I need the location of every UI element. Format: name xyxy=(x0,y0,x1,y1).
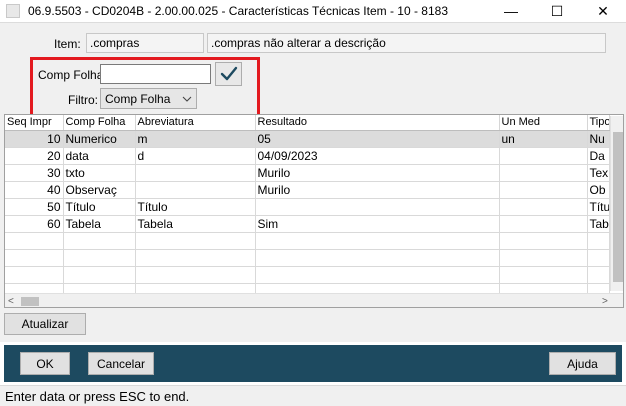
horizontal-scrollbar[interactable]: < > xyxy=(5,293,623,307)
cell-seq[interactable]: 30 xyxy=(5,164,64,182)
cell-abreviatura[interactable] xyxy=(135,181,256,199)
table-row[interactable]: 30 txto Murilo Tex xyxy=(5,164,610,182)
cell-resultado[interactable]: Sim xyxy=(255,215,500,233)
cell-resultado[interactable]: Murilo xyxy=(255,164,500,182)
refresh-button[interactable]: Atualizar xyxy=(4,313,86,335)
minimize-button[interactable]: — xyxy=(488,0,534,22)
cell-tipo[interactable]: Títu xyxy=(587,198,610,216)
item-description-field: .compras não alterar a descrição xyxy=(207,33,606,53)
ok-button[interactable]: OK xyxy=(20,352,70,375)
cell-comp-folha[interactable]: txto xyxy=(63,164,136,182)
cell-comp-folha[interactable]: data xyxy=(63,147,136,165)
filtro-selected-value: Comp Folha xyxy=(105,91,171,106)
cell-abreviatura[interactable]: m xyxy=(135,130,256,148)
cell-abreviatura[interactable]: Tabela xyxy=(135,215,256,233)
empty-row xyxy=(5,249,610,267)
col-header-comp-folha[interactable]: Comp Folha xyxy=(63,115,136,131)
cell-tipo[interactable]: Tex xyxy=(587,164,610,182)
col-header-seq[interactable]: Seq Impr xyxy=(5,115,64,131)
cell-tipo[interactable]: Nu xyxy=(587,130,610,148)
table-row[interactable]: 50 Título Título Títu xyxy=(5,198,610,216)
status-text: Enter data or press ESC to end. xyxy=(5,389,190,404)
app-icon xyxy=(6,4,20,18)
table-row[interactable]: 10 Numerico m 05 un Nu xyxy=(5,130,610,148)
window-title: 06.9.5503 - CD0204B - 2.00.00.025 - Cara… xyxy=(28,4,448,18)
cell-un-med[interactable] xyxy=(499,147,588,165)
grid-table: Seq Impr Comp Folha Abreviatura Resultad… xyxy=(5,115,610,301)
filtro-label: Filtro: xyxy=(68,93,98,107)
cancel-button[interactable]: Cancelar xyxy=(88,352,154,375)
comp-folha-input[interactable] xyxy=(100,64,211,84)
col-header-resultado[interactable]: Resultado xyxy=(255,115,500,131)
scroll-left-icon[interactable]: < xyxy=(8,294,14,307)
cell-seq[interactable]: 10 xyxy=(5,130,64,148)
col-header-abreviatura[interactable]: Abreviatura xyxy=(135,115,256,131)
table-row[interactable]: 60 Tabela Tabela Sim Tab xyxy=(5,215,610,233)
table-row[interactable]: 20 data d 04/09/2023 Da xyxy=(5,147,610,165)
cell-resultado[interactable]: 05 xyxy=(255,130,500,148)
cell-tipo[interactable]: Tab xyxy=(587,215,610,233)
help-button[interactable]: Ajuda xyxy=(549,352,616,375)
filtro-select[interactable]: Comp Folha xyxy=(100,88,197,109)
maximize-button[interactable]: ☐ xyxy=(534,0,580,22)
item-code-field: .compras xyxy=(86,33,204,53)
cell-un-med[interactable] xyxy=(499,198,588,216)
cell-un-med[interactable] xyxy=(499,181,588,199)
cell-seq[interactable]: 40 xyxy=(5,181,64,199)
grid-header: Seq Impr Comp Folha Abreviatura Resultad… xyxy=(5,115,610,131)
cell-comp-folha[interactable]: Numerico xyxy=(63,130,136,148)
cell-un-med[interactable] xyxy=(499,215,588,233)
cell-comp-folha[interactable]: Tabela xyxy=(63,215,136,233)
cell-resultado[interactable]: Murilo xyxy=(255,181,500,199)
horizontal-scroll-thumb[interactable] xyxy=(21,297,39,306)
chevron-down-icon xyxy=(182,96,192,102)
cell-un-med[interactable]: un xyxy=(499,130,588,148)
table-row[interactable]: 40 Observaç Murilo Ob xyxy=(5,181,610,199)
cell-comp-folha[interactable]: Título xyxy=(63,198,136,216)
cell-comp-folha[interactable]: Observaç xyxy=(63,181,136,199)
checkmark-icon xyxy=(220,66,237,81)
col-header-un-med[interactable]: Un Med xyxy=(499,115,588,131)
item-label: Item: xyxy=(54,37,81,51)
vertical-scrollbar[interactable] xyxy=(610,116,623,291)
cell-abreviatura[interactable]: d xyxy=(135,147,256,165)
cell-abreviatura[interactable] xyxy=(135,164,256,182)
cell-tipo[interactable]: Da xyxy=(587,147,610,165)
cell-seq[interactable]: 50 xyxy=(5,198,64,216)
cell-resultado[interactable]: 04/09/2023 xyxy=(255,147,500,165)
empty-row xyxy=(5,266,610,284)
cell-seq[interactable]: 60 xyxy=(5,215,64,233)
vertical-scroll-thumb[interactable] xyxy=(613,132,623,282)
empty-row xyxy=(5,232,610,250)
scroll-right-icon[interactable]: > xyxy=(602,294,608,307)
cell-tipo[interactable]: Ob xyxy=(587,181,610,199)
confirm-button[interactable] xyxy=(215,62,242,86)
comp-folha-label: Comp Folha: xyxy=(38,68,107,82)
cell-abreviatura[interactable]: Título xyxy=(135,198,256,216)
col-header-tipo[interactable]: Tipo xyxy=(587,115,610,131)
close-button[interactable]: ✕ xyxy=(580,0,626,22)
data-grid[interactable]: Seq Impr Comp Folha Abreviatura Resultad… xyxy=(4,114,624,308)
cell-resultado[interactable] xyxy=(255,198,500,216)
cell-seq[interactable]: 20 xyxy=(5,147,64,165)
cell-un-med[interactable] xyxy=(499,164,588,182)
